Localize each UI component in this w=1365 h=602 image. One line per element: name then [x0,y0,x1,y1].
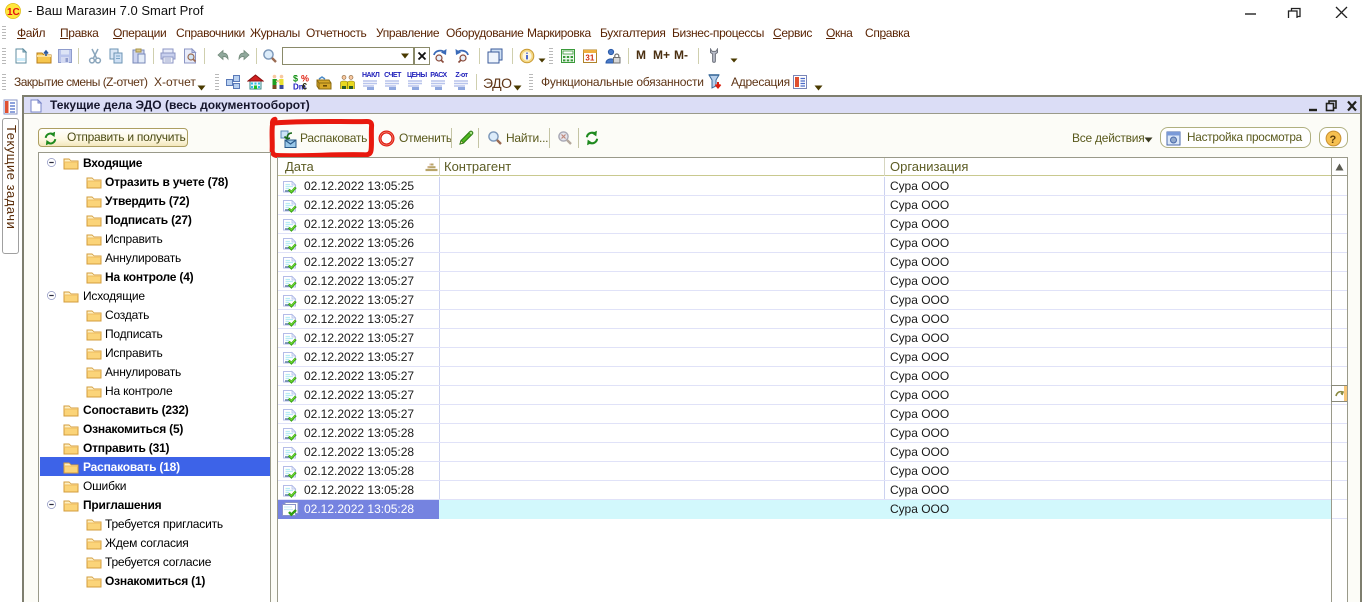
svg-text:€: € [302,82,307,91]
svg-text:31: 31 [585,54,594,63]
svg-text:?: ? [1330,134,1337,146]
svg-text:1С: 1С [7,7,20,18]
